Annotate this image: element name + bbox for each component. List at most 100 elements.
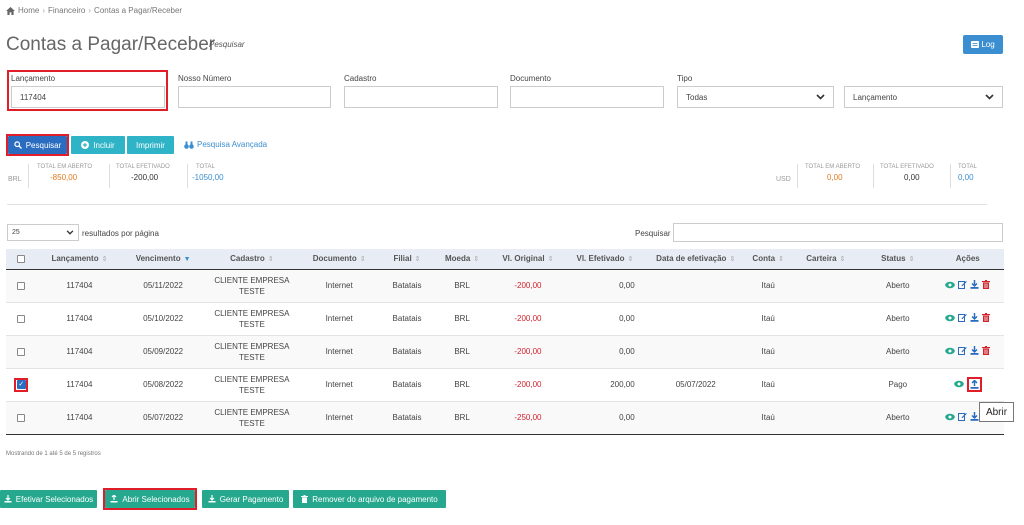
- cell-valor-original: -250,00: [488, 401, 568, 435]
- cell-documento: Internet: [299, 401, 379, 435]
- cell-documento: Internet: [299, 302, 379, 336]
- cell-carteira: [787, 335, 865, 369]
- download-icon[interactable]: [970, 346, 979, 357]
- header-vencimento[interactable]: Vencimento ▼: [122, 249, 204, 270]
- edit-icon[interactable]: [958, 313, 968, 324]
- page-size-select[interactable]: 25: [7, 224, 79, 241]
- abrir-selecionados-button[interactable]: Abrir Selecionados: [105, 490, 195, 508]
- select-all-checkbox[interactable]: [17, 255, 26, 264]
- header-documento[interactable]: Documento ⇕: [299, 249, 379, 270]
- row-checkbox[interactable]: [17, 314, 26, 323]
- incluir-button[interactable]: Incluir: [71, 136, 125, 154]
- advanced-search-link[interactable]: Pesquisa Avançada: [184, 140, 267, 149]
- breadcrumb-current: Contas a Pagar/Receber: [94, 6, 183, 15]
- cell-lancamento: 117404: [36, 302, 123, 336]
- gerar-pagamento-button[interactable]: Gerar Pagamento: [202, 490, 289, 508]
- chevron-down-icon: [66, 230, 74, 235]
- delete-icon[interactable]: [982, 346, 991, 357]
- cell-valor-original: -200,00: [488, 335, 568, 369]
- view-icon[interactable]: [945, 347, 956, 357]
- chevron-down-icon: [985, 94, 994, 100]
- lancamento-input[interactable]: 117404: [11, 86, 165, 108]
- usd-effective-label: TOTAL EFETIVADO: [880, 164, 934, 170]
- download-icon[interactable]: [970, 412, 979, 423]
- delete-icon[interactable]: [982, 280, 991, 291]
- table-row[interactable]: 117404 05/11/2022 CLIENTE EMPRESA TESTE Int…: [6, 269, 1004, 303]
- table-row[interactable]: 117404 05/09/2022 CLIENTE EMPRESA TESTE Int…: [6, 335, 1004, 369]
- sort-icon: ⇕: [267, 256, 274, 264]
- ordem-select[interactable]: Lançamento: [844, 86, 1003, 108]
- view-icon[interactable]: [945, 314, 956, 324]
- view-icon[interactable]: [953, 380, 964, 390]
- header-valor-original[interactable]: Vl. Original ⇕: [488, 249, 568, 270]
- cell-conta: Itaú: [748, 335, 788, 369]
- log-button[interactable]: Log: [963, 35, 1003, 54]
- cell-cadastro: CLIENTE EMPRESA TESTE: [203, 401, 300, 435]
- brl-open-value: -850,00: [50, 173, 78, 182]
- documento-input[interactable]: [510, 86, 664, 108]
- download-icon[interactable]: [970, 280, 979, 291]
- header-select-all[interactable]: [6, 249, 37, 270]
- header-filial[interactable]: Filial ⇕: [378, 249, 436, 270]
- table-row[interactable]: 117404 05/10/2022 CLIENTE EMPRESA TESTE Int…: [6, 302, 1004, 336]
- cell-select: [6, 401, 37, 435]
- sort-icon: ⇕: [359, 256, 366, 264]
- cell-select: ✓: [6, 368, 37, 402]
- incluir-label: Incluir: [93, 140, 115, 150]
- upload-icon[interactable]: [966, 377, 982, 392]
- cell-data-efetivacao: [642, 401, 749, 435]
- sort-icon: ⇕: [547, 256, 554, 264]
- table-row[interactable]: 117404 05/07/2022 CLIENTE EMPRESA TESTE Int…: [6, 401, 1004, 435]
- table-row[interactable]: ✓ 117404 05/08/2022 CLIENTE EMPRESA TESTE In…: [6, 368, 1004, 402]
- divider: [797, 164, 798, 188]
- table-search-input[interactable]: [673, 223, 1003, 242]
- view-icon[interactable]: [945, 413, 956, 423]
- tipo-select[interactable]: Todas: [677, 86, 834, 108]
- cell-status: Pago: [864, 368, 932, 402]
- view-icon[interactable]: [945, 281, 956, 291]
- remover-arquivo-button[interactable]: Remover do arquivo de pagamento: [293, 490, 446, 508]
- cell-moeda: BRL: [435, 401, 489, 435]
- row-checkbox[interactable]: ✓: [16, 380, 26, 389]
- header-lancamento[interactable]: Lançamento ⇕: [36, 249, 123, 270]
- cell-status: Aberto: [864, 269, 932, 303]
- header-carteira[interactable]: Carteira ⇕: [787, 249, 865, 270]
- cell-filial: Batatais: [378, 335, 436, 369]
- cadastro-input[interactable]: [344, 86, 498, 108]
- cell-valor-efetivado: 0,00: [567, 269, 643, 303]
- edit-icon[interactable]: [958, 346, 968, 357]
- cell-valor-original: -200,00: [488, 302, 568, 336]
- header-valor-efetivado[interactable]: Vl. Efetivado ⇕: [567, 249, 643, 270]
- breadcrumb-home[interactable]: Home: [18, 6, 39, 15]
- edit-icon[interactable]: [958, 280, 968, 291]
- table-header-row: Lançamento ⇕ Vencimento ▼ Cadastro ⇕ Docume…: [6, 249, 1004, 270]
- header-moeda[interactable]: Moeda ⇕: [435, 249, 489, 270]
- download-icon[interactable]: [970, 313, 979, 324]
- results-table: Lançamento ⇕ Vencimento ▼ Cadastro ⇕ Docume…: [6, 249, 1004, 435]
- header-conta[interactable]: Conta ⇕: [748, 249, 788, 270]
- search-link[interactable]: Pesquisar: [209, 40, 245, 49]
- efetivar-selecionados-button[interactable]: Efetivar Selecionados: [0, 490, 97, 508]
- brl-effective-label: TOTAL EFETIVADO: [116, 164, 170, 170]
- cell-documento: Internet: [299, 269, 379, 303]
- row-checkbox[interactable]: [17, 347, 26, 356]
- divider: [950, 164, 951, 188]
- breadcrumb-financeiro[interactable]: Financeiro: [48, 6, 85, 15]
- usd-open-label: TOTAL EM ABERTO: [805, 164, 861, 170]
- nosso-numero-input[interactable]: [178, 86, 331, 108]
- home-icon[interactable]: [6, 6, 15, 15]
- cell-filial: Batatais: [378, 368, 436, 402]
- header-status[interactable]: Status ⇕: [864, 249, 932, 270]
- header-data-efetivacao[interactable]: Data de efetivação ⇕: [642, 249, 749, 270]
- header-cadastro[interactable]: Cadastro ⇕: [203, 249, 300, 270]
- row-actions: [953, 377, 982, 392]
- edit-icon[interactable]: [958, 412, 968, 423]
- delete-icon[interactable]: [982, 313, 991, 324]
- row-checkbox[interactable]: [17, 281, 26, 290]
- cell-valor-original: -200,00: [488, 269, 568, 303]
- pesquisar-label: Pesquisar: [25, 140, 62, 150]
- imprimir-button[interactable]: Imprimir: [127, 136, 174, 154]
- brl-total-label: TOTAL: [196, 164, 215, 170]
- row-checkbox[interactable]: [17, 413, 26, 422]
- pesquisar-button[interactable]: Pesquisar: [8, 136, 67, 154]
